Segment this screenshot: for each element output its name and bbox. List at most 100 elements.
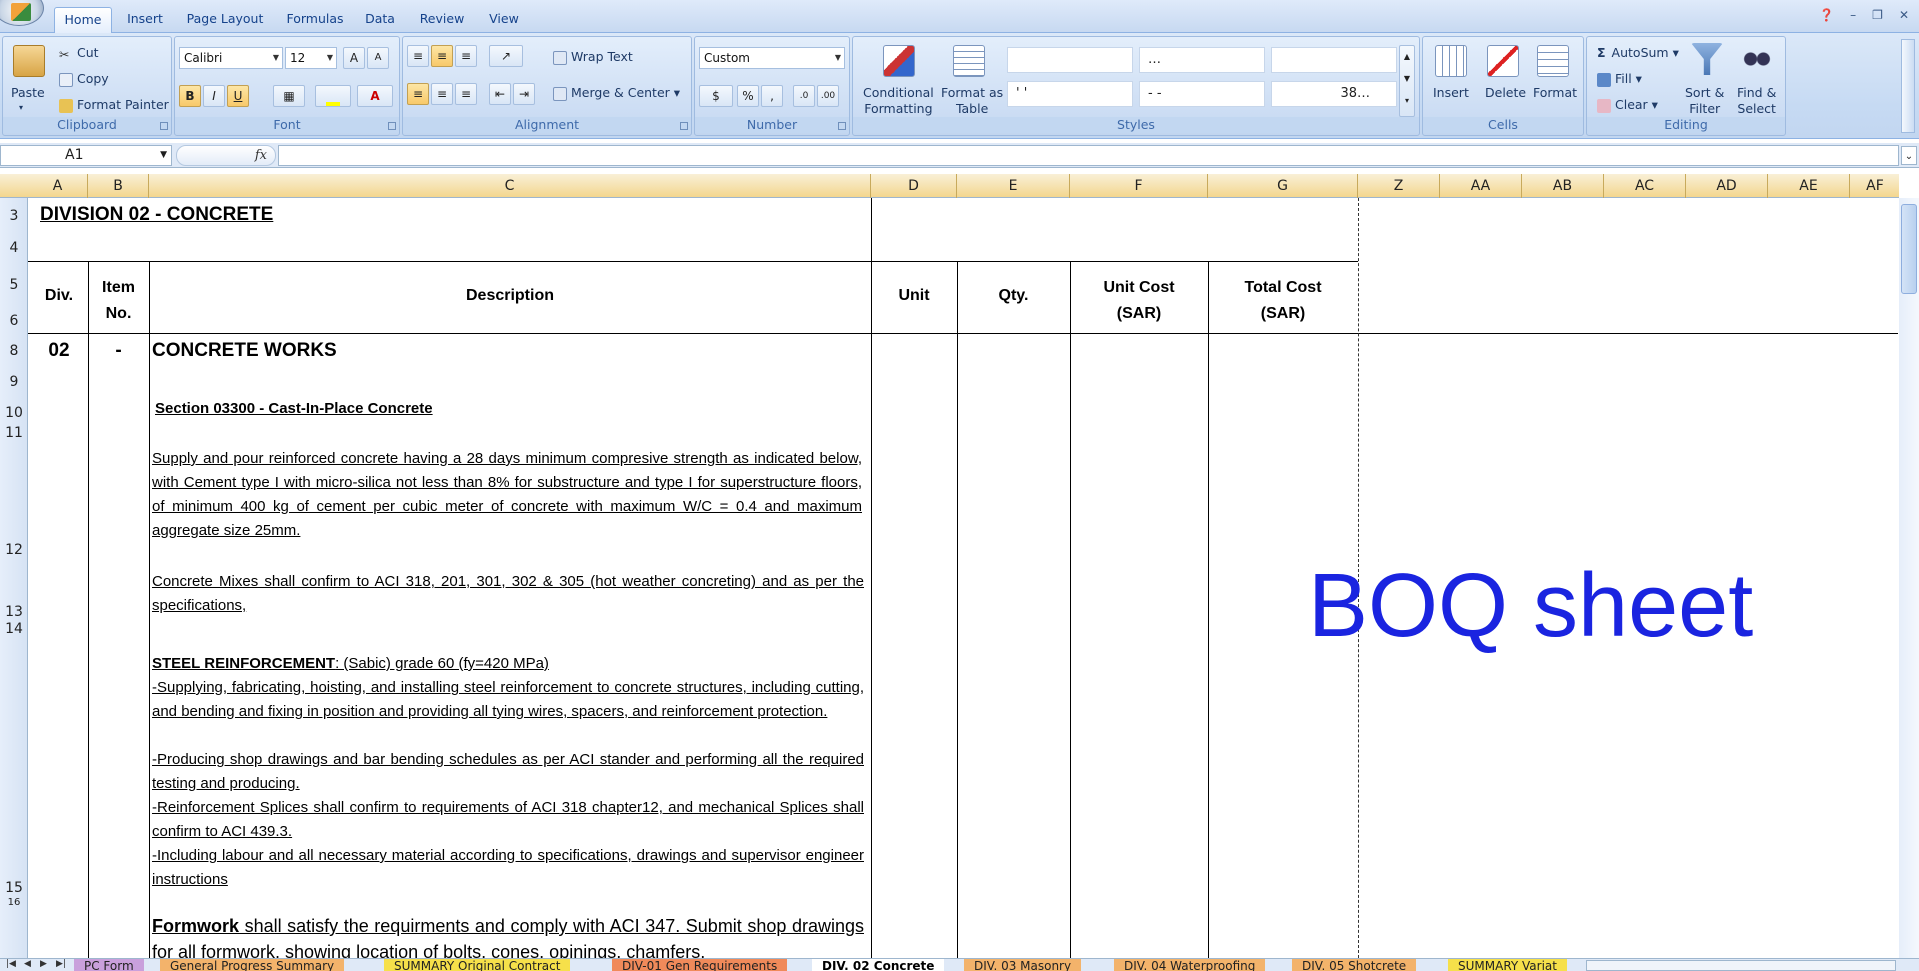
sheet-tab[interactable]: PC Form [74, 959, 144, 971]
clear-button[interactable]: Clear ▾ [1597, 97, 1658, 113]
row-header[interactable]: 11 [0, 426, 28, 440]
steel-heading[interactable]: STEEL REINFORCEMENT: (Sabic) grade 60 (f… [152, 652, 864, 676]
align-middle-button[interactable]: ≡ [431, 45, 453, 67]
grow-font-button[interactable]: A [343, 47, 365, 69]
last-sheet-icon[interactable]: ▶| [56, 959, 66, 969]
col-header[interactable]: AC [1604, 174, 1686, 198]
tab-view[interactable]: View [482, 7, 526, 33]
minimize-icon[interactable]: – [1850, 8, 1856, 26]
name-box[interactable]: A1 ▼ [0, 145, 172, 166]
sheet-tab[interactable]: SUMMARY Original Contract [384, 959, 571, 971]
col-header[interactable]: B [88, 174, 149, 198]
insert-function-button[interactable]: fx [176, 145, 276, 166]
row-header[interactable]: 12 [0, 543, 28, 557]
number-format-select[interactable]: Custom ▼ [699, 47, 845, 69]
concrete-spec-paragraph[interactable]: Supply and pour reinforced concrete havi… [152, 447, 862, 543]
formula-input[interactable] [278, 145, 1899, 166]
row-header[interactable]: 15 [0, 881, 28, 895]
find-select-button[interactable]: Find & Select [1737, 85, 1776, 117]
sheet-tab[interactable]: DIV. 05 Shotcrete [1292, 959, 1417, 971]
steel-item-1[interactable]: -Supplying, fabricating, hoisting, and i… [152, 676, 864, 724]
styles-gallery-scroll-icon[interactable]: ▲ ▼ ▾ [1399, 45, 1415, 117]
row-header[interactable]: 13 [0, 605, 28, 619]
decrease-decimal-button[interactable]: .00 [817, 85, 839, 107]
sheet-tab[interactable]: DIV. 04 Waterproofing [1114, 959, 1266, 971]
header-unit-cost[interactable]: Unit Cost (SAR) [1070, 275, 1208, 327]
col-header[interactable]: E [957, 174, 1070, 198]
italic-button[interactable]: I [203, 85, 225, 107]
cut-button[interactable]: ✂ Cut [59, 45, 99, 62]
fill-button[interactable]: Fill ▾ [1597, 71, 1642, 87]
row-header[interactable]: 14 [0, 622, 28, 636]
align-top-button[interactable]: ≡ [407, 45, 429, 67]
sheet-tab[interactable]: DIV. 03 Masonry [964, 959, 1082, 971]
font-launcher-icon[interactable] [388, 122, 396, 130]
help-icon[interactable]: ❓ [1819, 8, 1834, 26]
currency-button[interactable]: $ [699, 85, 733, 107]
col-header[interactable]: AE [1768, 174, 1850, 198]
row-header[interactable]: 10 [0, 406, 28, 420]
row-header[interactable]: 8 [0, 344, 28, 358]
restore-icon[interactable]: ❐ [1872, 8, 1883, 26]
header-description[interactable]: Description [149, 287, 871, 305]
sheet-tab[interactable]: General Progress Summary [160, 959, 345, 971]
prev-sheet-icon[interactable]: ◀ [24, 959, 31, 969]
font-name-select[interactable]: Calibri ▼ [179, 47, 283, 69]
expand-formula-bar-icon[interactable]: ⌄ [1901, 146, 1917, 165]
steel-item-4[interactable]: -Including labour and all necessary mate… [152, 844, 864, 892]
works-title[interactable]: CONCRETE WORKS [152, 340, 337, 362]
concrete-mixes-paragraph[interactable]: Concrete Mixes shall confirm to ACI 318,… [152, 570, 864, 618]
col-header[interactable]: Z [1358, 174, 1440, 198]
align-right-button[interactable]: ≡ [455, 83, 477, 105]
autosum-button[interactable]: Σ AutoSum ▾ [1597, 45, 1679, 60]
col-header[interactable]: AD [1686, 174, 1768, 198]
font-color-button[interactable]: A [357, 85, 393, 107]
col-header[interactable]: AB [1522, 174, 1604, 198]
decrease-indent-button[interactable]: ⇤ [489, 83, 511, 105]
tab-formulas[interactable]: Formulas [282, 7, 348, 33]
bold-button[interactable]: B [179, 85, 201, 107]
row-header[interactable]: 5 [0, 278, 28, 292]
copy-button[interactable]: Copy [59, 71, 109, 87]
tab-review[interactable]: Review [414, 7, 470, 33]
style-cell-3[interactable] [1271, 47, 1397, 73]
sheet-tab[interactable]: DIV-01 Gen Requirements [612, 959, 788, 971]
row-header[interactable]: 6 [0, 314, 28, 328]
section-title[interactable]: Section 03300 - Cast-In-Place Concrete [155, 400, 433, 417]
format-button[interactable]: Format [1533, 85, 1577, 100]
conditional-formatting-button[interactable]: Conditional Formatting [863, 85, 934, 117]
delete-button[interactable]: Delete [1485, 85, 1526, 100]
percent-button[interactable]: % [737, 85, 759, 107]
number-launcher-icon[interactable] [838, 122, 846, 130]
col-header[interactable]: AA [1440, 174, 1522, 198]
tab-home[interactable]: Home [54, 7, 112, 33]
align-center-button[interactable]: ≡ [431, 83, 453, 105]
alignment-launcher-icon[interactable] [680, 122, 688, 130]
first-sheet-icon[interactable]: |◀ [6, 959, 16, 969]
fill-color-button[interactable] [315, 85, 351, 107]
col-header[interactable]: C [149, 174, 871, 198]
office-button[interactable] [0, 0, 44, 26]
col-header[interactable]: F [1070, 174, 1208, 198]
paste-button[interactable]: Paste [11, 85, 45, 100]
wrap-text-button[interactable]: Wrap Text [553, 49, 633, 65]
col-header[interactable]: G [1208, 174, 1358, 198]
style-cell-1[interactable] [1007, 47, 1133, 73]
increase-decimal-button[interactable]: .0 [793, 85, 815, 107]
align-left-button[interactable]: ≡ [407, 83, 429, 105]
row-header[interactable]: 16 [0, 896, 28, 910]
ribbon-scroll[interactable] [1901, 39, 1915, 133]
scroll-thumb[interactable] [1901, 204, 1917, 294]
paste-dropdown-icon[interactable]: ▾ [19, 103, 23, 112]
comma-button[interactable]: , [761, 85, 783, 107]
formwork-paragraph[interactable]: Formwork shall satisfy the requirments a… [152, 913, 864, 958]
style-cell-4[interactable]: ' ' [1007, 81, 1133, 107]
paste-icon[interactable] [13, 45, 45, 77]
clipboard-launcher-icon[interactable] [160, 122, 168, 130]
header-div[interactable]: Div. [30, 287, 88, 305]
format-painter-button[interactable]: Format Painter [59, 97, 169, 113]
style-cell-6[interactable]: 38… [1271, 81, 1397, 107]
header-item-no[interactable]: Item No. [88, 275, 149, 327]
align-bottom-button[interactable]: ≡ [455, 45, 477, 67]
col-header[interactable]: AF [1850, 174, 1900, 198]
